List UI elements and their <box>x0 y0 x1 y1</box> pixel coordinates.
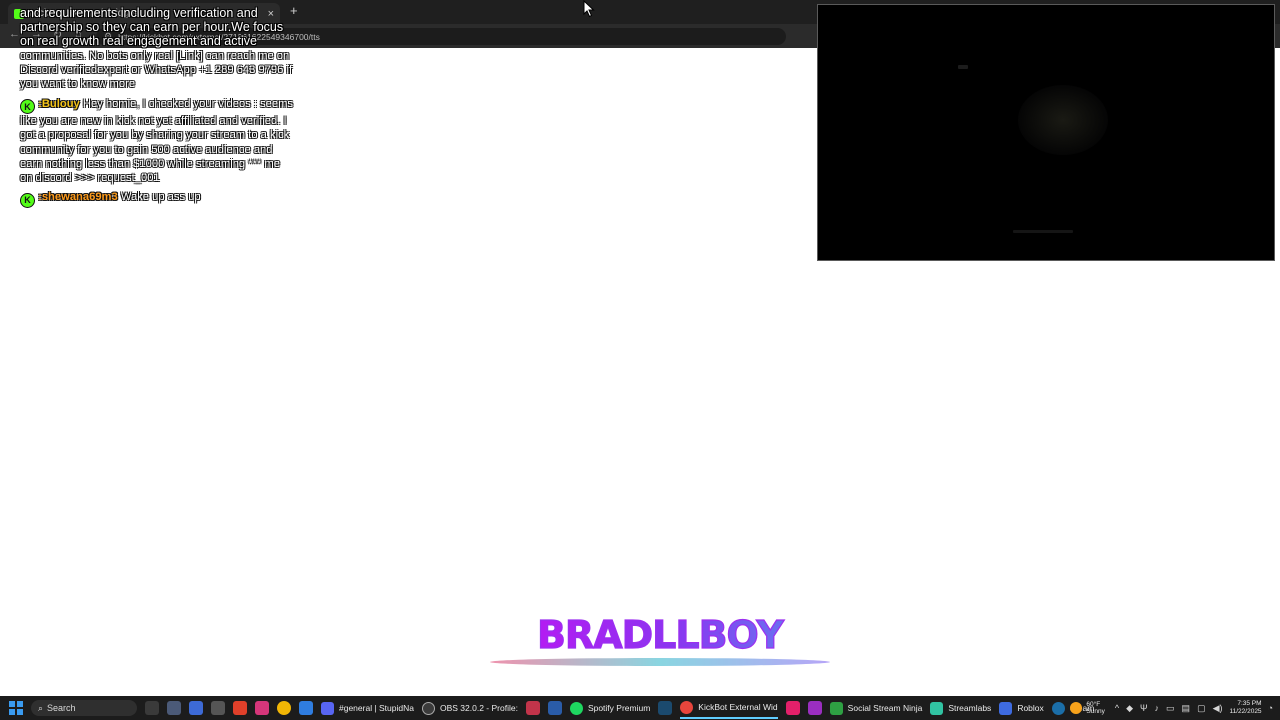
instagram-icon[interactable] <box>255 701 269 715</box>
clock-time: 7:35 PM <box>1237 700 1262 707</box>
taskbar-app-discord[interactable]: #general | StupidNa <box>321 697 414 719</box>
chat-message-text: Wake up ass up <box>120 191 201 204</box>
app-icon[interactable] <box>547 701 562 715</box>
app-icon[interactable] <box>807 701 822 715</box>
chevron-up-icon[interactable]: ^ <box>1115 703 1119 713</box>
weather-temp: 60°F <box>1086 701 1101 708</box>
windows-taskbar: ⌕ Search #general | StupidNa OBS 32.0.2 … <box>0 696 1280 720</box>
app-icon[interactable] <box>233 701 247 715</box>
chat-overflow-text: and requirements including verification … <box>20 6 284 48</box>
app-icon[interactable] <box>299 701 313 715</box>
taskbar-app-spotify[interactable]: Spotify Premium <box>569 697 650 719</box>
display-icon[interactable]: ▢ <box>1197 703 1206 714</box>
mouse-cursor-icon <box>583 0 595 18</box>
sun-icon <box>1070 702 1083 714</box>
chat-message-text: Hey homie, I checked your videos : seems… <box>20 97 294 185</box>
microphone-icon[interactable]: ♪ <box>1155 703 1160 713</box>
weather-widget[interactable]: 60°F Sunny <box>1070 701 1105 715</box>
clock[interactable]: 7:35 PM 11/22/2025 <box>1230 700 1262 716</box>
weather-condition: Sunny <box>1086 708 1105 715</box>
streamlabs-icon <box>930 701 944 715</box>
chrome-icon <box>680 700 694 714</box>
chat-message: communities. No bots only real [Link] ca… <box>20 49 295 92</box>
search-icon: ⌕ <box>38 702 44 713</box>
kick-badge-icon: K <box>20 192 35 208</box>
system-tray: 60°F Sunny ^ ◆ Ψ ♪ ▭ ▤ ▢ ◀) 7:35 PM 11/2… <box>1070 696 1280 720</box>
monitor-icon[interactable]: ▭ <box>1166 703 1175 714</box>
chat-message: K :Bulouy Hey homie, I checked your vide… <box>20 97 295 186</box>
app-icon[interactable] <box>189 701 203 715</box>
steam-tray-icon[interactable]: ◆ <box>1126 703 1133 714</box>
app-icon[interactable] <box>167 701 181 715</box>
task-view-icon[interactable] <box>145 701 159 715</box>
logo-text: BRADLLBOY <box>537 613 785 657</box>
search-label: Search <box>47 703 76 713</box>
clock-date: 11/22/2025 <box>1229 708 1262 715</box>
taskbar-app-roblox[interactable]: Roblox <box>999 697 1044 719</box>
back-arrow-icon[interactable]: ← <box>9 28 20 40</box>
obs-icon <box>421 701 435 715</box>
taskbar-app-social-stream[interactable]: Social Stream Ninja <box>829 697 922 719</box>
roblox-icon <box>999 701 1013 715</box>
volume-icon[interactable]: ◀) <box>1213 703 1223 714</box>
discord-icon <box>321 701 334 715</box>
spotify-icon <box>569 701 583 715</box>
steam-icon <box>1051 701 1065 715</box>
taskbar-app-kickbot[interactable]: KickBot External Wid <box>680 697 778 719</box>
taskbar-app-obs[interactable]: OBS 32.0.2 - Profile: <box>421 697 518 719</box>
social-stream-icon <box>829 701 843 715</box>
app-icon[interactable] <box>525 701 540 715</box>
app-icon[interactable] <box>211 701 225 715</box>
taskbar-app-streamlabs[interactable]: Streamlabs <box>930 697 991 719</box>
notification-bell-icon[interactable]: ◔ <box>1268 703 1273 713</box>
taskbar-search[interactable]: ⌕ Search <box>31 700 137 716</box>
chat-message: K :shewana69m3 Wake up ass up <box>20 190 295 208</box>
chat-widget: communities. No bots only real [Link] ca… <box>20 49 295 208</box>
chat-message-text: communities. No bots only real [Link] ca… <box>20 50 293 91</box>
chrome-icon[interactable] <box>277 701 291 715</box>
tiktok-icon[interactable] <box>785 701 800 715</box>
network-icon[interactable]: ▤ <box>1182 703 1191 714</box>
channel-logo: BRADLLBOY <box>440 610 880 670</box>
steam-small-icon[interactable] <box>658 701 673 715</box>
kick-badge-icon: K <box>20 99 35 115</box>
chat-username: :Bulouy <box>38 97 80 110</box>
windows-start-icon[interactable] <box>9 701 23 715</box>
chat-username: :shewana69m3 <box>38 191 118 204</box>
usb-icon[interactable]: Ψ <box>1140 703 1148 713</box>
webcam-feed <box>817 4 1275 261</box>
